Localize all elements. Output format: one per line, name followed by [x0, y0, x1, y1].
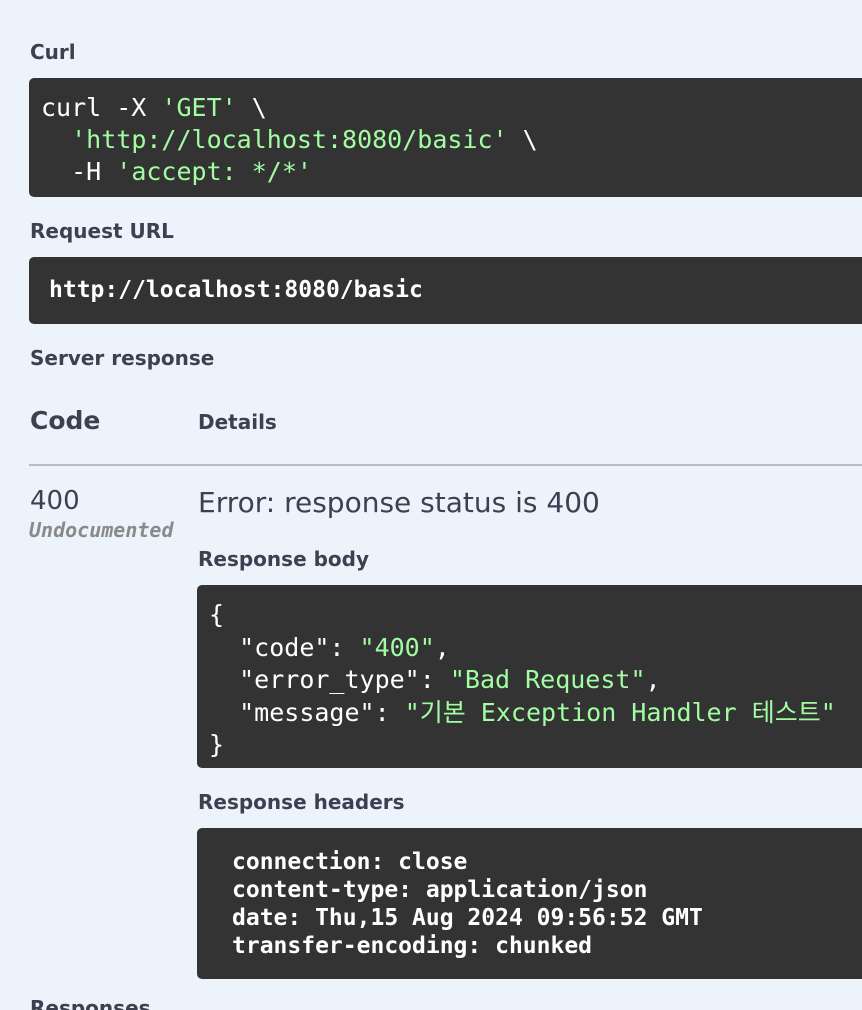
json-key: "error_type"	[239, 665, 420, 694]
error-message: Error: response status is 400	[198, 486, 600, 519]
json-open-brace: {	[209, 600, 225, 629]
header-line: transfer-encoding: chunked	[232, 933, 593, 959]
curl-text: -H	[41, 157, 117, 186]
curl-text: curl -X	[41, 93, 162, 122]
responses-section-label: Responses	[30, 996, 151, 1010]
curl-line: 'http://localhost:8080/basic' \	[41, 124, 862, 156]
curl-url: 'http://localhost:8080/basic'	[71, 125, 508, 154]
header-line: date: Thu,15 Aug 2024 09:56:52 GMT	[232, 905, 703, 931]
curl-text	[41, 125, 71, 154]
curl-method: 'GET'	[161, 93, 237, 122]
request-url-block[interactable]: http://localhost:8080/basic	[29, 257, 862, 324]
request-url-label: Request URL	[30, 219, 174, 243]
request-url-value: http://localhost:8080/basic	[49, 277, 423, 303]
response-status-code: 400	[30, 486, 80, 516]
details-column-header: Details	[198, 410, 277, 434]
json-value: "Bad Request"	[449, 665, 646, 694]
curl-label: Curl	[30, 40, 76, 64]
json-key: "code"	[239, 632, 330, 662]
json-close-brace: }	[209, 730, 225, 759]
response-body-block[interactable]: { "code": "400", "error_type": "Bad Requ…	[197, 585, 862, 768]
code-column-header: Code	[30, 406, 101, 435]
json-separator: ,	[434, 632, 450, 662]
json-key: "message"	[239, 697, 375, 727]
undocumented-badge: Undocumented	[29, 518, 174, 542]
curl-command-block[interactable]: curl -X 'GET' \ 'http://localhost:8080/b…	[29, 78, 862, 197]
curl-continuation: \	[236, 93, 267, 122]
curl-header: 'accept: */*'	[116, 157, 312, 186]
json-value: "기본 Exception Handler 테스트"	[404, 697, 836, 727]
table-divider	[29, 464, 862, 466]
json-separator: ,	[645, 665, 661, 694]
response-body-label: Response body	[198, 547, 370, 571]
json-value: "400"	[359, 632, 435, 662]
curl-line: curl -X 'GET' \	[41, 92, 862, 124]
curl-line: -H 'accept: */*'	[41, 156, 862, 188]
server-response-label: Server response	[30, 346, 215, 370]
header-line: connection: close	[232, 849, 468, 875]
response-headers-block[interactable]: connection: close content-type: applicat…	[197, 828, 862, 979]
curl-continuation: \	[507, 125, 538, 154]
header-line: content-type: application/json	[232, 877, 648, 903]
response-headers-label: Response headers	[198, 790, 405, 814]
